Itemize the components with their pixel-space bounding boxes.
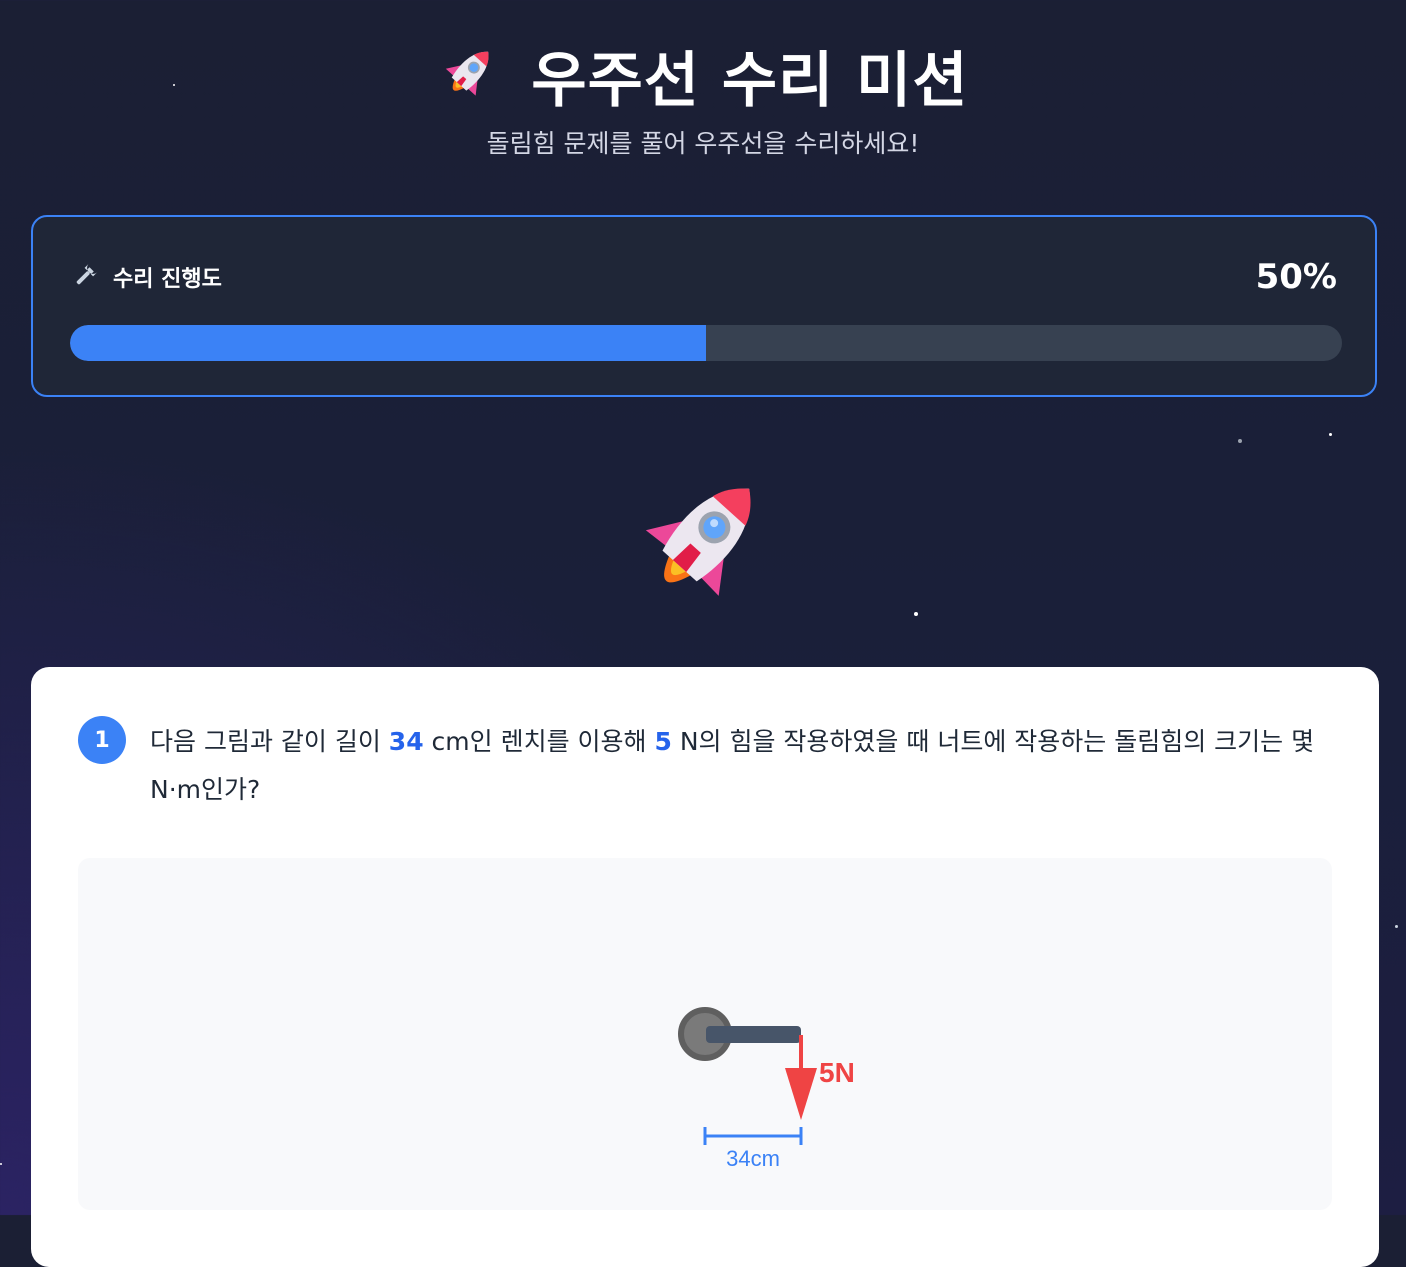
progress-bar-track	[70, 325, 1342, 361]
length-label: 34cm	[726, 1146, 780, 1171]
wrench-diagram: 5N 34cm	[678, 1007, 855, 1171]
star	[1238, 439, 1242, 443]
force-value: 5	[654, 727, 672, 756]
rocket-icon	[437, 41, 501, 109]
page-subtitle: 돌림힘 문제를 풀어 우주선을 수리하세요!	[486, 129, 920, 158]
title-row: 우주선 수리 미션	[0, 34, 1406, 116]
question-text: 다음 그림과 같이 길이 34 cm인 렌치를 이용해 5 N의 힘을 작용하였…	[150, 718, 1330, 814]
repair-progress-card: 수리 진행도 50%	[31, 215, 1377, 397]
wrench-handle	[706, 1026, 801, 1043]
question-text-part: cm인 렌치를 이용해	[423, 727, 655, 756]
star	[1395, 925, 1398, 928]
progress-bar-fill	[70, 325, 706, 361]
question-card: 1 다음 그림과 같이 길이 34 cm인 렌치를 이용해 5 N의 힘을 작용…	[31, 667, 1379, 1267]
question-number-badge: 1	[78, 716, 126, 764]
length-value: 34	[388, 727, 424, 756]
page-title: 우주선 수리 미션	[531, 45, 969, 116]
progress-label-row: 수리 진행도	[73, 261, 222, 293]
star	[914, 612, 918, 616]
progress-label: 수리 진행도	[113, 267, 222, 292]
progress-percent: 50%	[1255, 257, 1337, 297]
force-arrow-head	[785, 1068, 817, 1120]
wrench-icon	[73, 262, 99, 292]
star	[0, 1163, 2, 1165]
question-text-part: 다음 그림과 같이 길이	[150, 727, 389, 756]
page-header: 우주선 수리 미션 돌림힘 문제를 풀어 우주선을 수리하세요!	[0, 34, 1406, 160]
wrench-figure: 5N 34cm	[78, 858, 1332, 1210]
force-label: 5N	[819, 1057, 855, 1088]
star	[1329, 433, 1332, 436]
rocket-icon	[645, 488, 751, 596]
rocket-illustration	[628, 465, 778, 619]
